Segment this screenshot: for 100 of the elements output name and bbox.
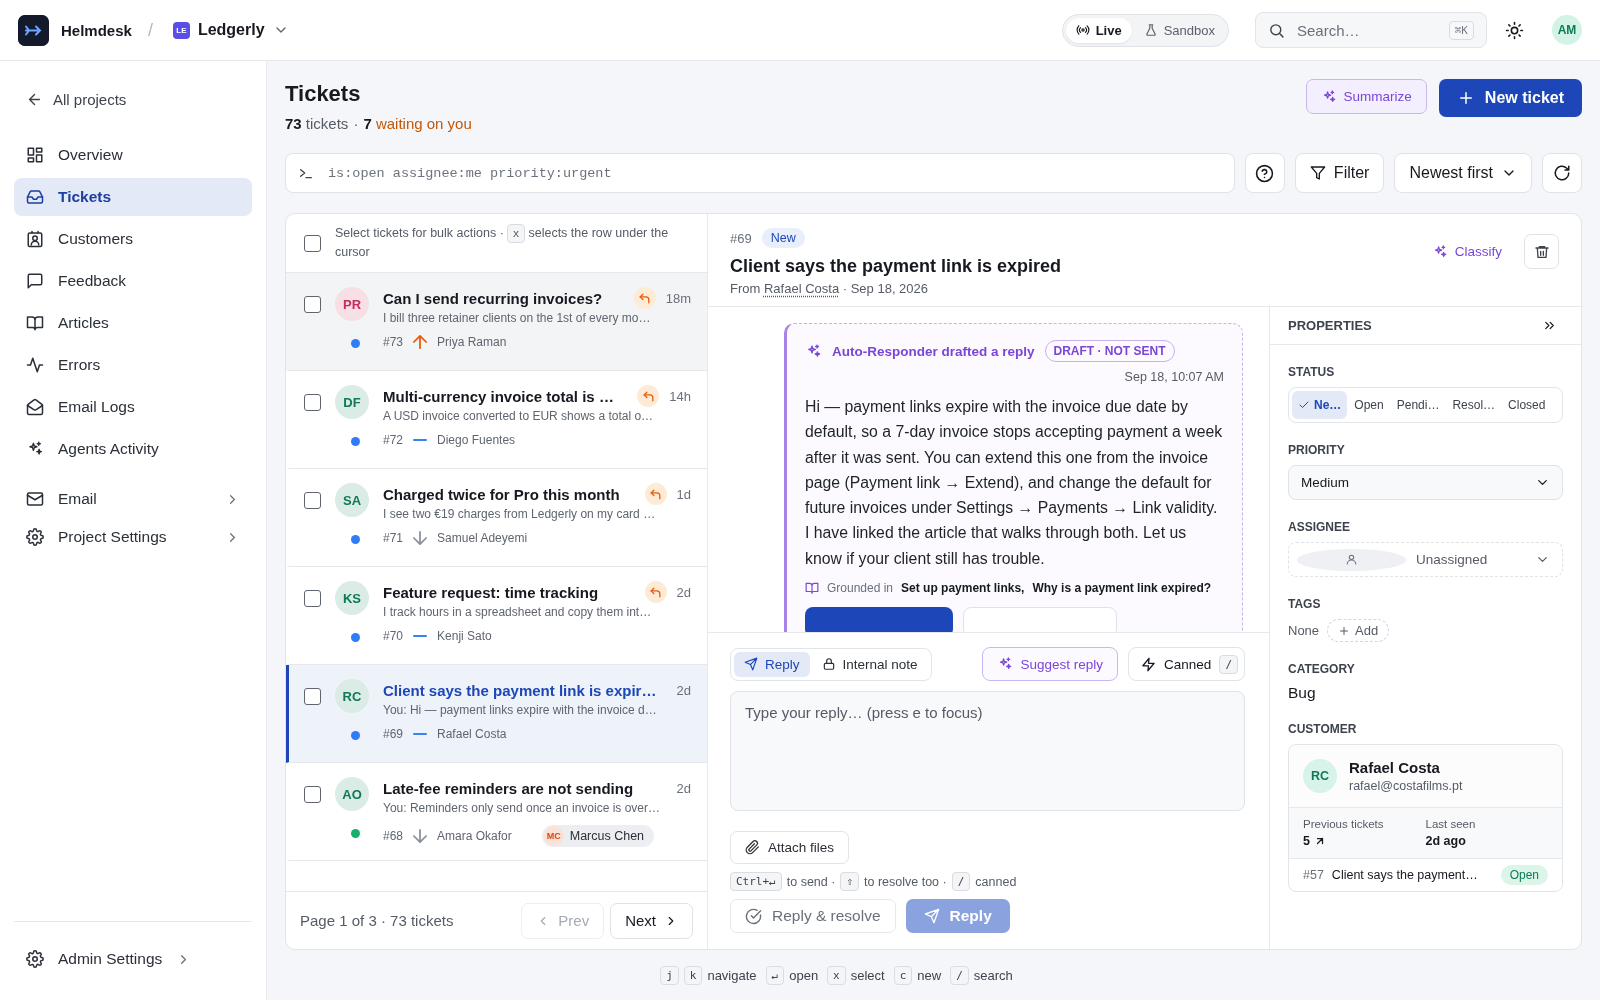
draft-time: Sep 18, 10:07 AM: [1123, 370, 1224, 384]
checkbox[interactable]: [304, 394, 321, 411]
shortcut-hint: canned: [975, 874, 1017, 889]
new-ticket-button[interactable]: New ticket: [1438, 79, 1582, 117]
shortcut-key: Ctrl+↵: [730, 872, 782, 891]
ticket-number: #69: [383, 727, 404, 741]
classify-button[interactable]: Classify: [1425, 242, 1508, 261]
assignee-dropdown[interactable]: Unassigned: [1288, 542, 1563, 577]
customer-avatar: SA: [335, 483, 369, 517]
ticket-title: Can I send recurring invoices?: [383, 289, 603, 307]
customer-avatar: AO: [335, 777, 369, 811]
sparkles-icon: [26, 440, 44, 458]
project-switcher[interactable]: LE Ledgerly: [168, 17, 293, 43]
checkbox[interactable]: [304, 786, 321, 803]
lock-icon: [821, 657, 836, 671]
composer-tab[interactable]: Reply: [734, 651, 810, 677]
author-link[interactable]: Rafael Costa: [763, 281, 840, 296]
environment-option[interactable]: Live: [1065, 17, 1132, 43]
ticket-time: 2d: [676, 682, 691, 698]
sidebar-item[interactable]: Errors: [14, 346, 252, 384]
customer-name: Rafael Costa: [437, 727, 507, 741]
composer-tab[interactable]: Internal note: [811, 651, 928, 677]
ticket-row[interactable]: PR Can I send recurring invoices? 18m I bill three retainer clients on the 1st of every mo… #73 Priya Raman: [286, 273, 707, 371]
back-link[interactable]: All projects: [14, 83, 252, 116]
ticket-title: Client says the payment link is expir…: [383, 681, 657, 699]
checkbox[interactable]: [304, 492, 321, 509]
canned-button[interactable]: Canned /: [1128, 647, 1245, 681]
ticket-time: 18m: [665, 290, 691, 306]
delete-button[interactable]: [1524, 234, 1559, 269]
checkbox[interactable]: [304, 234, 321, 252]
ticket-row[interactable]: DF Multi-currency invoice total is … 14h A USD invoice converted to EUR shows a total o… #72 Diego Fuentes: [286, 371, 707, 469]
ticket-row[interactable]: RC Client says the payment link is expir… 2d You: Hi — payment links expire with the invoice d… #69 Rafael Costa: [286, 665, 707, 763]
brand-name: Helmdesk: [61, 21, 132, 39]
search-field[interactable]: Search… ⌘K: [1255, 12, 1487, 48]
sidebar-item[interactable]: Email Logs: [14, 388, 252, 426]
ticket-row[interactable]: AO Late-fee reminders are not sending 2d You: Reminders only send once an invoice is over… #68 Amara Okafor MC Marcus Chen: [286, 763, 707, 861]
sort-dropdown[interactable]: Newest first: [1394, 153, 1532, 193]
summarize-button[interactable]: Summarize: [1305, 79, 1427, 114]
reply-field[interactable]: Type your reply… (press e to focus): [730, 691, 1245, 811]
checkbox[interactable]: [304, 590, 321, 607]
ticket-sender: From Rafael Costa · Sep 18, 2026: [730, 281, 930, 296]
query-field[interactable]: is:open assignee:me priority:urgent: [326, 164, 1222, 182]
user-avatar[interactable]: AM: [1552, 15, 1582, 45]
checkbox[interactable]: [304, 296, 321, 313]
sidebar-group[interactable]: Admin Settings: [14, 940, 252, 978]
shortcut-hint: to resolve too ·: [864, 874, 947, 889]
search-field[interactable]: Search…: [1295, 20, 1439, 40]
arrow-up-icon: [413, 335, 428, 349]
pulse-icon: [26, 356, 44, 374]
ticket-number: #72: [383, 433, 404, 447]
shortcut-hint: open: [789, 967, 819, 983]
sidebar-item[interactable]: Agents Activity: [14, 430, 252, 468]
status-option[interactable]: Closed: [1502, 391, 1552, 419]
sidebar-group[interactable]: Email: [14, 480, 252, 518]
filter-button[interactable]: Filter: [1294, 153, 1385, 193]
customer-name: Priya Raman: [437, 335, 507, 349]
sidebar-item[interactable]: Customers: [14, 220, 252, 258]
search-icon: [1268, 21, 1285, 39]
suggest-reply-button[interactable]: Suggest reply: [981, 647, 1119, 681]
project-badge: LE: [172, 21, 190, 39]
status-option[interactable]: Pendi…: [1390, 391, 1446, 419]
environment-option[interactable]: Sandbox: [1133, 17, 1225, 43]
sidebar-item[interactable]: Articles: [14, 304, 252, 342]
sidebar-item[interactable]: Overview: [14, 136, 252, 174]
ticket-time: 14h: [669, 388, 691, 404]
plus-icon: [1338, 624, 1351, 637]
add-tag-button[interactable]: Add: [1327, 619, 1390, 642]
refresh-button[interactable]: [1542, 153, 1582, 193]
shortcut-hint: search: [973, 967, 1013, 983]
status-option[interactable]: Open: [1348, 391, 1390, 419]
trash-icon: [1533, 243, 1550, 260]
ticket-preview: You: Hi — payment links expire with the invoice d…: [383, 703, 658, 717]
sidebar-item[interactable]: Feedback: [14, 262, 252, 300]
priority-dropdown[interactable]: Medium: [1288, 465, 1563, 500]
field-label: CATEGORY: [1288, 662, 1356, 676]
ticket-row[interactable]: SA Charged twice for Pro this month 1d I see two €19 charges from Ledgerly on my card … #71 Samuel Adeyemi: [286, 469, 707, 567]
recent-ticket[interactable]: #57 Client says the payment… Open: [1289, 858, 1562, 891]
checkbox[interactable]: [304, 688, 321, 705]
article-link[interactable]: Why is a payment link expired?: [1032, 581, 1212, 596]
ticket-preview: I bill three retainer clients on the 1st of every mo…: [383, 311, 652, 325]
open-mail-icon: [26, 398, 44, 416]
attach-button[interactable]: Attach files: [730, 831, 850, 864]
ticket-number: #73: [383, 335, 404, 349]
ticket-title: Multi-currency invoice total is …: [383, 387, 614, 405]
next-button[interactable]: Next: [610, 902, 693, 939]
status-option[interactable]: Resol…: [1446, 391, 1502, 419]
arrow-left-icon: [26, 91, 43, 108]
sidebar-group[interactable]: Project Settings: [14, 518, 252, 556]
shortcut-key: /: [950, 965, 969, 985]
article-link[interactable]: Set up payment links,: [901, 581, 1025, 596]
help-button[interactable]: [1244, 153, 1285, 193]
waiting-count[interactable]: 7 waiting on you: [363, 115, 472, 132]
field-label: ASSIGNEE: [1288, 520, 1351, 534]
query-field[interactable]: is:open assignee:me priority:urgent: [285, 153, 1235, 193]
stat-value[interactable]: 5: [1303, 834, 1310, 848]
reply-resolve-button[interactable]: Reply & resolve: [730, 899, 896, 933]
ticket-time: 1d: [676, 486, 691, 502]
status-option[interactable]: Ne…: [1292, 391, 1348, 419]
settings-icon: [26, 528, 44, 546]
sidebar-item[interactable]: Tickets: [14, 178, 252, 216]
